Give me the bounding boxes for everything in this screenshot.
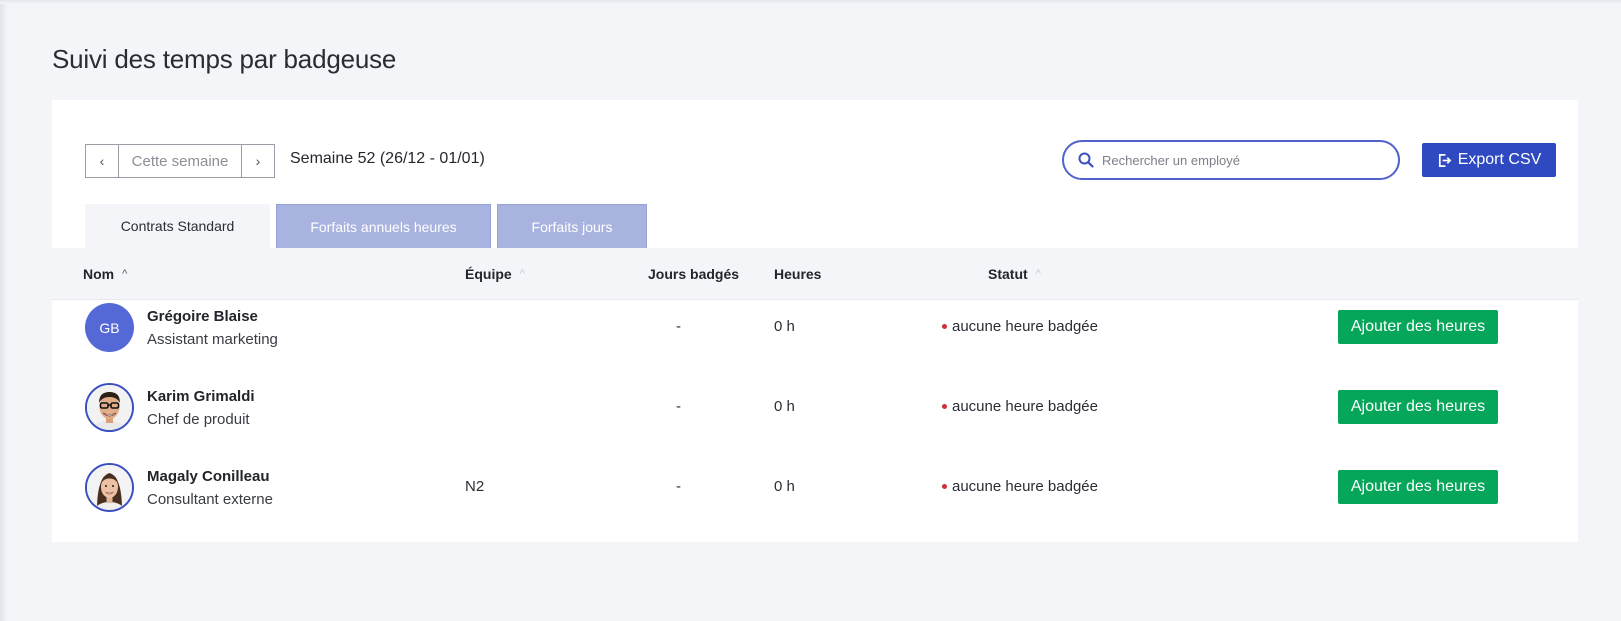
- week-label: Semaine 52 (26/12 - 01/01): [290, 150, 485, 167]
- column-name-header[interactable]: Nom ^: [83, 266, 127, 282]
- status-dot-icon: [942, 324, 947, 329]
- employee-role: Chef de produit: [147, 411, 250, 428]
- search-box[interactable]: [1062, 140, 1400, 180]
- column-days-label: Jours badgés: [648, 266, 740, 282]
- sort-icon[interactable]: ^: [1036, 268, 1041, 280]
- column-days-header: Jours badgés: [648, 266, 739, 282]
- status-badge: aucune heure badgée: [942, 398, 1098, 415]
- status-text: aucune heure badgée: [952, 478, 1098, 495]
- hours-value: 0 h: [774, 478, 795, 495]
- sort-icon[interactable]: ^: [520, 268, 525, 280]
- column-status-label: Statut: [988, 266, 1028, 282]
- add-hours-button[interactable]: Ajouter des heures: [1338, 470, 1498, 504]
- avatar: [85, 463, 134, 512]
- days-badged: -: [676, 398, 681, 415]
- hours-value: 0 h: [774, 318, 795, 335]
- status-badge: aucune heure badgée: [942, 478, 1098, 495]
- column-hours-label: Heures: [774, 266, 822, 282]
- days-badged: -: [676, 318, 681, 335]
- left-shade: [0, 0, 8, 621]
- employee-name: Grégoire Blaise: [147, 308, 258, 325]
- table-row: Karim Grimaldi Chef de produit - 0 h auc…: [52, 368, 1578, 448]
- column-team-header[interactable]: Équipe ^: [465, 266, 525, 282]
- status-text: aucune heure badgée: [952, 318, 1098, 335]
- export-csv-label: Export CSV: [1457, 151, 1542, 168]
- tab-contrats-standard[interactable]: Contrats Standard: [85, 204, 270, 248]
- column-team-label: Équipe: [465, 266, 512, 282]
- avatar-photo-icon: [87, 385, 132, 430]
- avatar: GB: [85, 303, 134, 352]
- column-name-label: Nom: [83, 266, 115, 282]
- search-icon: [1078, 152, 1094, 168]
- prev-week-button[interactable]: ‹: [86, 145, 119, 177]
- status-text: aucune heure badgée: [952, 398, 1098, 415]
- employee-role: Assistant marketing: [147, 331, 278, 348]
- employee-name: Magaly Conilleau: [147, 468, 270, 485]
- avatar: [85, 383, 134, 432]
- contract-tabs: Contrats Standard Forfaits annuels heure…: [85, 204, 653, 248]
- tab-forfaits-jours[interactable]: Forfaits jours: [497, 204, 647, 248]
- days-badged: -: [676, 478, 681, 495]
- status-badge: aucune heure badgée: [942, 318, 1098, 335]
- status-dot-icon: [942, 484, 947, 489]
- main-card: ‹ Cette semaine › Semaine 52 (26/12 - 01…: [52, 100, 1578, 542]
- add-hours-button[interactable]: Ajouter des heures: [1338, 310, 1498, 344]
- employee-name: Karim Grimaldi: [147, 388, 255, 405]
- add-hours-button[interactable]: Ajouter des heures: [1338, 390, 1498, 424]
- avatar-photo-icon: [87, 465, 132, 510]
- column-status-header[interactable]: Statut ^: [988, 266, 1041, 282]
- employee-role: Consultant externe: [147, 491, 273, 508]
- employee-team: N2: [465, 478, 485, 495]
- current-week-button[interactable]: Cette semaine: [119, 145, 241, 177]
- week-navigator: ‹ Cette semaine ›: [85, 144, 275, 178]
- tab-forfaits-annuels-heures[interactable]: Forfaits annuels heures: [276, 204, 491, 248]
- search-input[interactable]: [1102, 152, 1382, 168]
- page-title: Suivi des temps par badgeuse: [52, 44, 397, 74]
- table-row: GB Grégoire Blaise Assistant marketing -…: [52, 288, 1578, 368]
- status-dot-icon: [942, 404, 947, 409]
- export-icon: [1438, 153, 1452, 167]
- top-shade: [0, 0, 1621, 4]
- export-csv-button[interactable]: Export CSV: [1422, 143, 1556, 177]
- table-row: Magaly Conilleau Consultant externe N2 -…: [52, 448, 1578, 528]
- next-week-button[interactable]: ›: [241, 145, 274, 177]
- sort-asc-icon[interactable]: ^: [122, 268, 127, 280]
- hours-value: 0 h: [774, 398, 795, 415]
- column-hours-header: Heures: [774, 266, 821, 282]
